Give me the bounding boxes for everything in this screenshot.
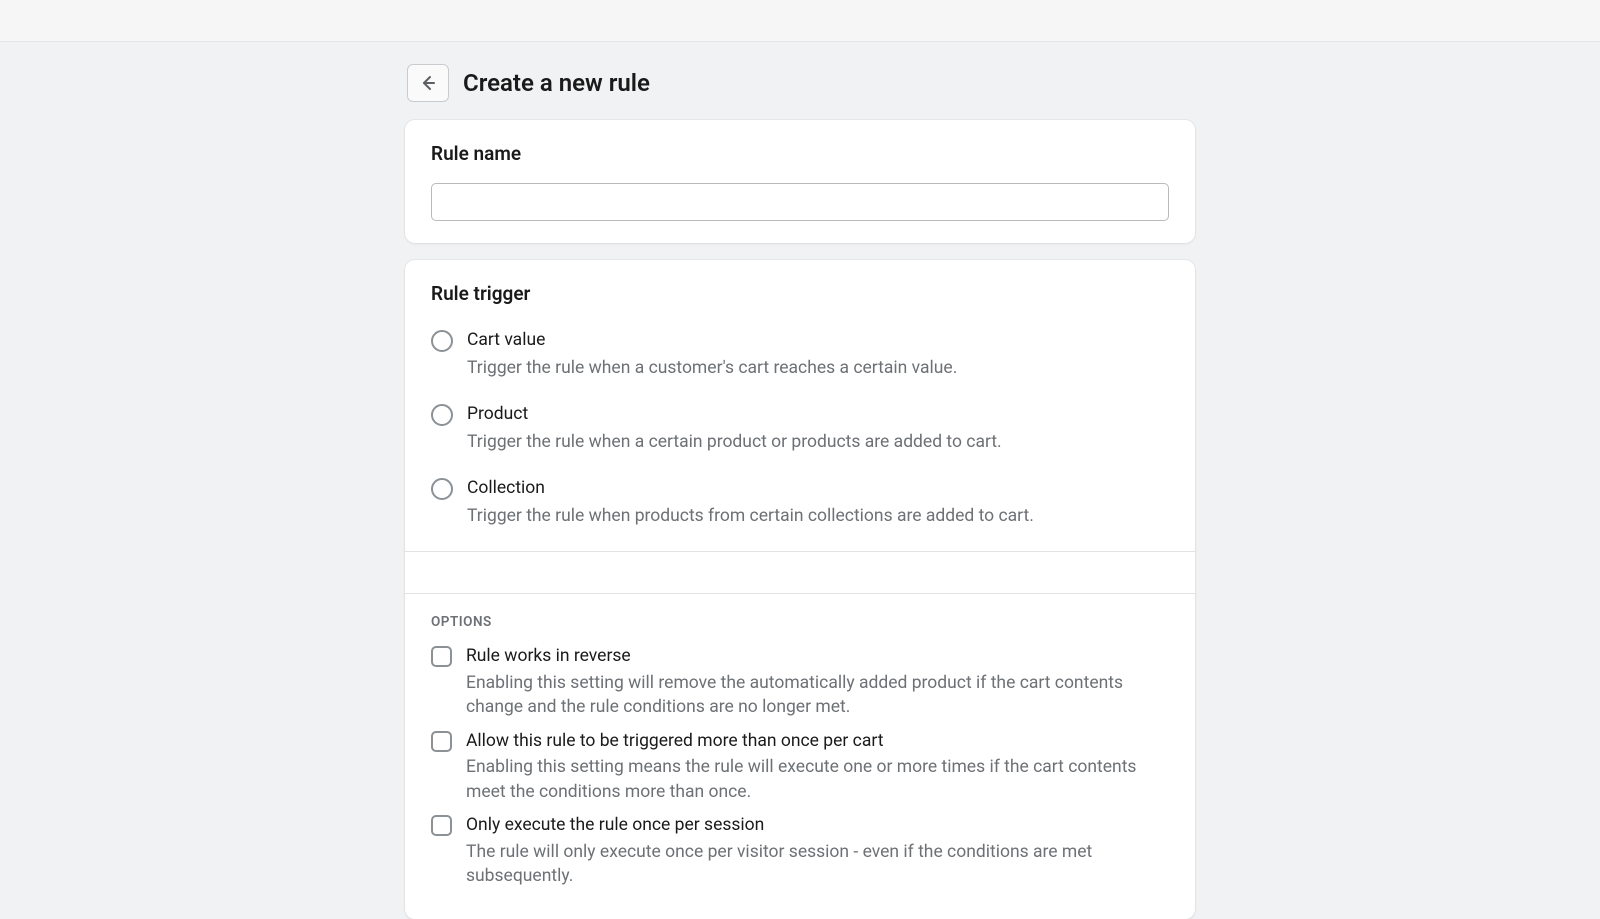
- checkbox-description: Enabling this setting means the rule wil…: [466, 755, 1169, 804]
- radio-description: Trigger the rule when a customer's cart …: [467, 356, 957, 381]
- trigger-option-product[interactable]: Product Trigger the rule when a certain …: [431, 397, 1169, 471]
- rule-trigger-label: Rule trigger: [431, 282, 1169, 305]
- page-content: Create a new rule Rule name Rule trigger…: [405, 42, 1195, 919]
- checkbox-reverse[interactable]: [431, 646, 452, 667]
- radio-product[interactable]: [431, 404, 453, 426]
- rule-name-label: Rule name: [431, 142, 1169, 165]
- rule-trigger-card: Rule trigger Cart value Trigger the rule…: [405, 260, 1195, 919]
- checkbox-description: Enabling this setting will remove the au…: [466, 671, 1169, 720]
- checkbox-description: The rule will only execute once per visi…: [466, 840, 1169, 889]
- radio-description: Trigger the rule when a certain product …: [467, 430, 1002, 455]
- trigger-option-cart-value[interactable]: Cart value Trigger the rule when a custo…: [431, 323, 1169, 397]
- radio-label: Product: [467, 403, 1002, 427]
- back-button[interactable]: [407, 64, 449, 102]
- arrow-left-icon: [418, 73, 438, 93]
- options-heading: OPTIONS: [431, 614, 1169, 630]
- radio-cart-value[interactable]: [431, 330, 453, 352]
- rule-name-card: Rule name: [405, 120, 1195, 243]
- page-header: Create a new rule: [405, 64, 1195, 102]
- checkbox-label: Only execute the rule once per session: [466, 814, 1169, 838]
- radio-label: Cart value: [467, 329, 957, 353]
- checkbox-multiple[interactable]: [431, 731, 452, 752]
- trigger-option-collection[interactable]: Collection Trigger the rule when product…: [431, 471, 1169, 529]
- top-app-bar: [0, 0, 1600, 42]
- checkbox-label: Rule works in reverse: [466, 645, 1169, 669]
- option-multiple-triggers[interactable]: Allow this rule to be triggered more tha…: [431, 730, 1169, 815]
- checkbox-label: Allow this rule to be triggered more tha…: [466, 730, 1169, 754]
- page-title: Create a new rule: [463, 69, 650, 97]
- rule-name-input[interactable]: [431, 183, 1169, 221]
- checkbox-once-session[interactable]: [431, 815, 452, 836]
- option-once-per-session[interactable]: Only execute the rule once per session T…: [431, 814, 1169, 899]
- radio-collection[interactable]: [431, 478, 453, 500]
- radio-label: Collection: [467, 477, 1034, 501]
- option-reverse[interactable]: Rule works in reverse Enabling this sett…: [431, 645, 1169, 730]
- section-spacer: [405, 552, 1195, 594]
- radio-description: Trigger the rule when products from cert…: [467, 504, 1034, 529]
